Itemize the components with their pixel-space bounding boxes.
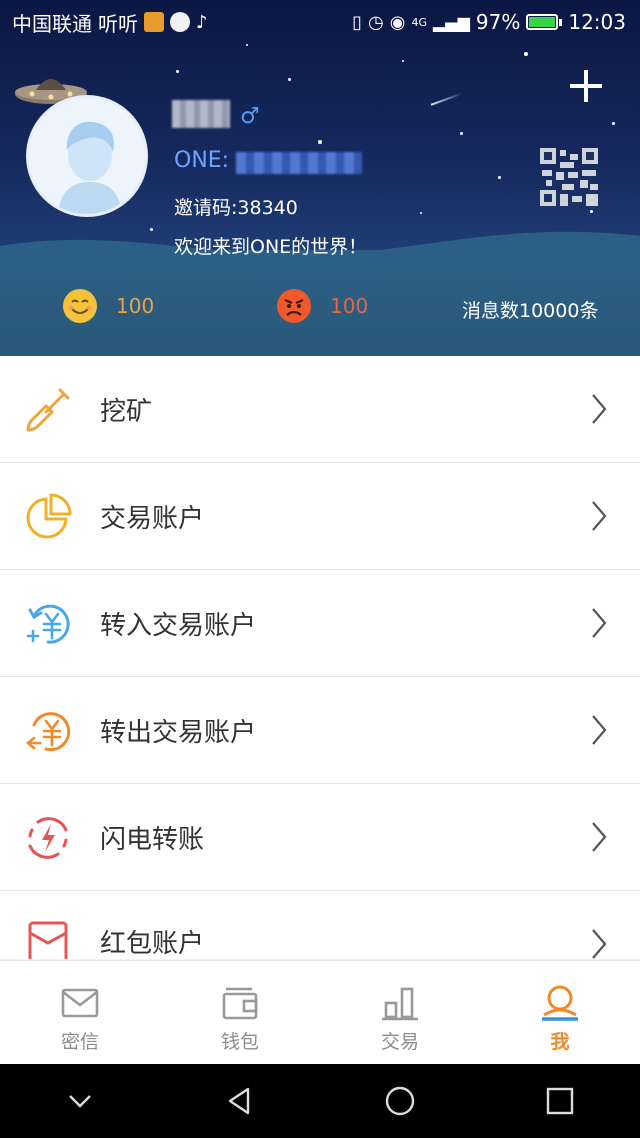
menu-item-red-envelope[interactable]: 红包账户 [0, 891, 640, 959]
red-envelope-icon [28, 921, 68, 959]
menu-item-label: 挖矿 [100, 396, 153, 427]
shovel-icon [26, 388, 70, 432]
menu-item-label: 转入交易账户 [100, 610, 257, 641]
menu-item-transfer-in[interactable]: 转入交易账户 [0, 570, 640, 677]
nav-label: 我 [550, 1031, 570, 1053]
message-count: 消息数10000条 [462, 300, 599, 322]
carrier-text: 中国联通 [12, 11, 92, 36]
profile-icon [542, 985, 578, 1021]
transfer-in-icon [26, 604, 70, 644]
happy-stat: 100 [62, 288, 154, 324]
mail-icon [61, 988, 99, 1018]
notification-icon [144, 12, 164, 32]
star [460, 132, 463, 135]
menu-item-label: 红包账户 [100, 929, 205, 959]
chevron-right-icon [592, 501, 607, 531]
app-name-text: 听听 [98, 11, 138, 36]
status-bar: 中国联通 听听 ♪ ▯ ◷ ◉ 4G ▂▄▆ 97% 12:03 [0, 0, 640, 44]
star [612, 122, 615, 125]
menu-item-flash-transfer[interactable]: 闪电转账 [0, 784, 640, 891]
chevron-right-icon [592, 394, 607, 424]
smile-emoji-icon [63, 289, 97, 323]
welcome-text: 欢迎来到ONE的世界！ [174, 236, 368, 258]
battery-icon [526, 14, 563, 30]
star [176, 70, 179, 73]
star [402, 60, 404, 62]
transfer-out-icon [25, 712, 71, 752]
back-icon[interactable] [220, 1081, 260, 1121]
star [318, 140, 322, 144]
nav-tab-trade[interactable]: 交易 [320, 961, 480, 1065]
wallet-icon [222, 987, 258, 1020]
system-nav-bar [0, 1064, 640, 1138]
menu-item-transfer-out[interactable]: 转出交易账户 [0, 677, 640, 784]
lightning-icon [28, 817, 68, 859]
nav-tab-me[interactable]: 我 [480, 961, 640, 1065]
clock-text: 12:03 [568, 10, 626, 34]
menu-list: 挖矿 交易账户 转入交易账户 转出交易账户 闪电转账 红包账户 [0, 356, 640, 959]
star [288, 78, 291, 81]
profile-header: 中国联通 听听 ♪ ▯ ◷ ◉ 4G ▂▄▆ 97% 12:03 ♂ ONE: … [0, 0, 640, 356]
angry-emoji-icon [277, 289, 311, 323]
angry-stat: 100 [276, 288, 368, 324]
angry-count: 100 [330, 294, 369, 318]
chevron-right-icon [592, 608, 607, 638]
alarm-icon: ◷ [368, 11, 384, 33]
chevron-right-icon [592, 929, 607, 959]
star [590, 210, 593, 213]
notification-icon [170, 12, 190, 32]
shooting-star [430, 92, 464, 106]
one-id-redacted [236, 152, 362, 174]
nav-label: 交易 [380, 1031, 419, 1053]
default-avatar-icon [29, 98, 145, 214]
trade-icon [382, 987, 418, 1021]
menu-item-label: 转出交易账户 [100, 717, 257, 748]
add-button[interactable] [566, 66, 606, 106]
chevron-right-icon [592, 715, 607, 745]
one-id-label: ONE: [174, 148, 230, 173]
pie-chart-icon [26, 493, 72, 539]
menu-item-mining[interactable]: 挖矿 [0, 356, 640, 463]
menu-item-trade-account[interactable]: 交易账户 [0, 463, 640, 570]
star [524, 52, 528, 56]
recents-icon[interactable] [540, 1081, 580, 1121]
nav-tab-wallet[interactable]: 钱包 [160, 961, 320, 1065]
avatar[interactable] [26, 95, 148, 217]
signal-icon: ▂▄▆ [432, 12, 470, 32]
invite-code: 邀请码:38340 [174, 197, 298, 219]
chevron-right-icon [592, 822, 607, 852]
collapse-chevron-icon[interactable] [60, 1081, 100, 1121]
star [498, 176, 501, 179]
menu-item-label: 交易账户 [100, 503, 205, 534]
nav-label: 钱包 [220, 1031, 259, 1053]
tiktok-icon: ♪ [196, 11, 208, 33]
gender-male-icon: ♂ [240, 104, 260, 129]
menu-item-label: 闪电转账 [100, 824, 205, 855]
star [246, 44, 248, 46]
star [420, 212, 422, 214]
battery-percent: 97% [475, 10, 521, 34]
home-icon[interactable] [380, 1081, 420, 1121]
network-text: 4G [411, 15, 427, 29]
qr-code-icon[interactable] [540, 148, 598, 206]
vibrate-icon: ▯ [352, 11, 363, 33]
nav-label: 密信 [60, 1031, 99, 1053]
bottom-nav: 密信 钱包 交易 我 [0, 960, 640, 1064]
username-redacted [172, 100, 230, 128]
happy-count: 100 [116, 294, 155, 318]
eye-icon: ◉ [389, 11, 406, 33]
nav-tab-messages[interactable]: 密信 [0, 961, 160, 1065]
